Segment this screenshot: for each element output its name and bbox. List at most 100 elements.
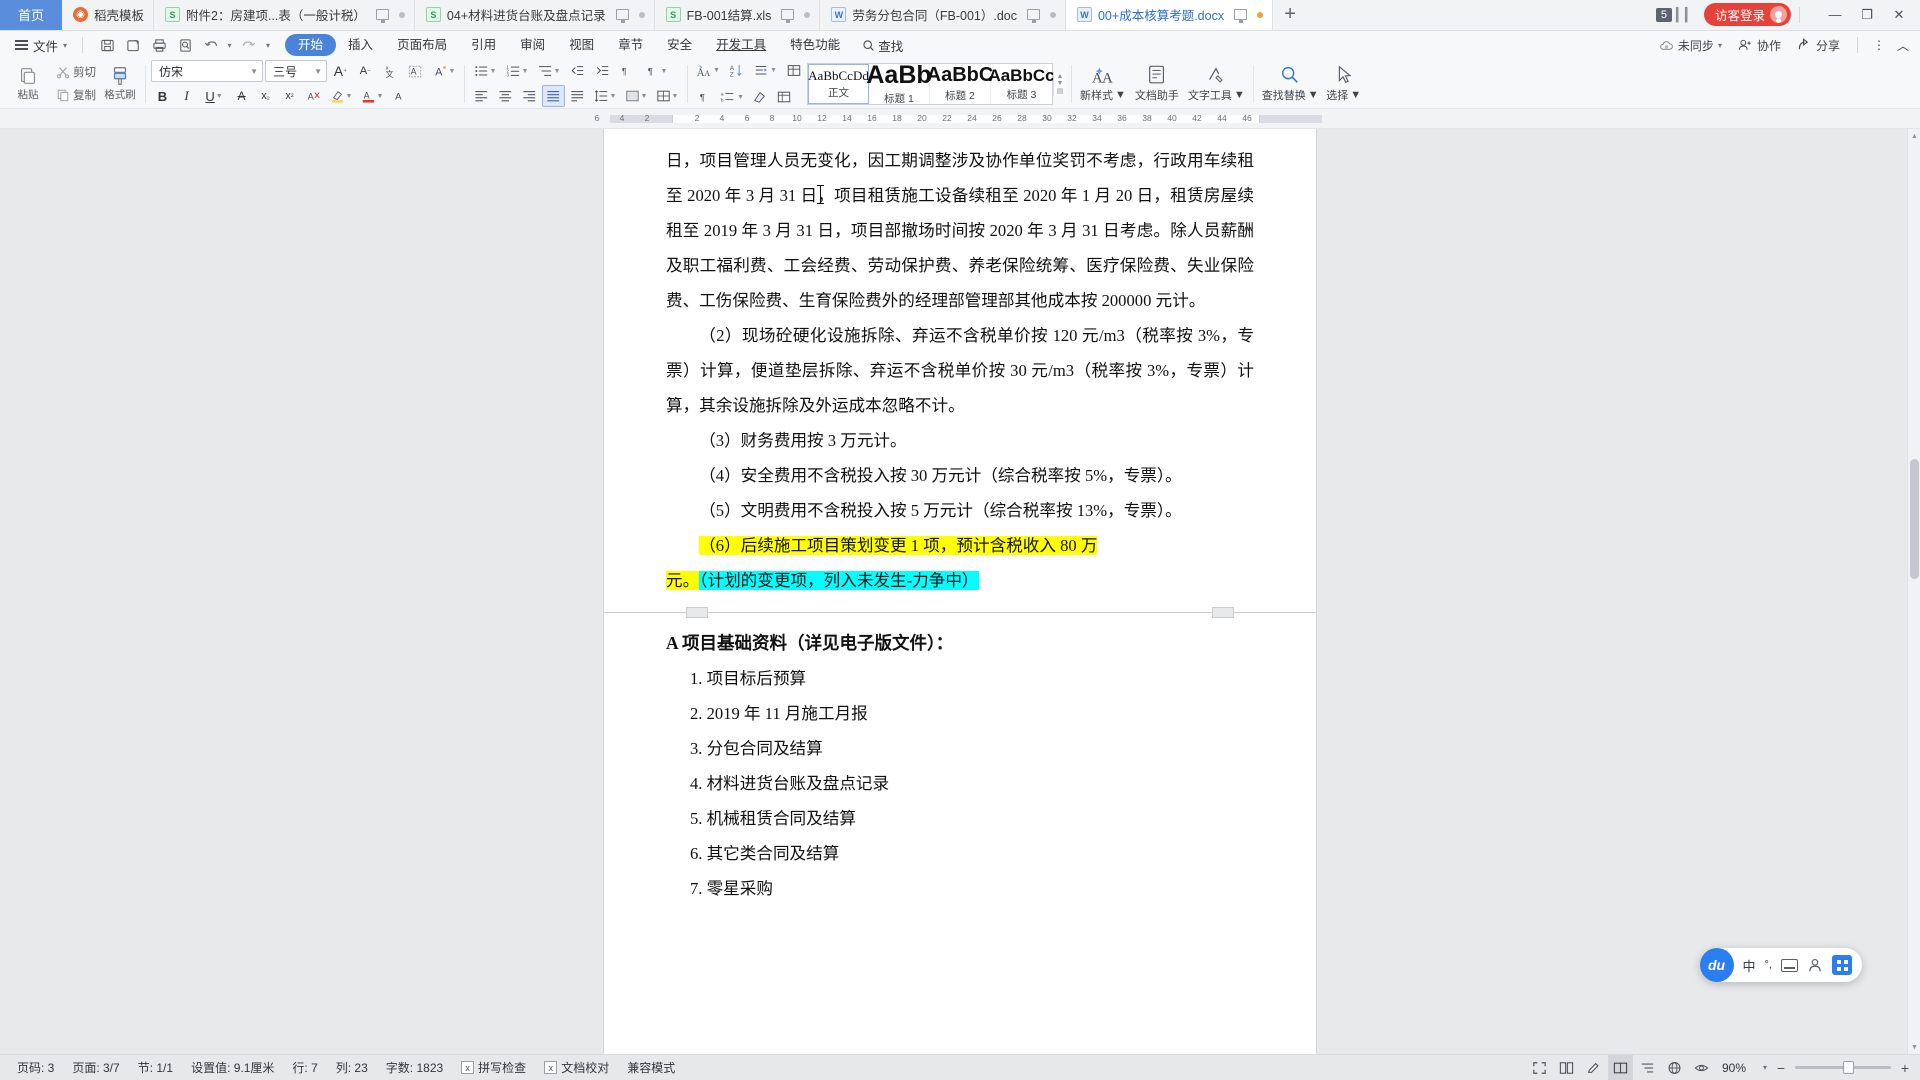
status-word-count[interactable]: 字数: 1823 [377, 1055, 452, 1080]
align-right-button[interactable] [518, 85, 541, 107]
align-center-button[interactable] [494, 85, 517, 107]
scroll-up-icon[interactable]: ▲ [1908, 129, 1920, 143]
ribbon-tab-审阅[interactable]: 审阅 [508, 34, 557, 56]
present-icon[interactable] [781, 9, 795, 23]
zoom-out-button[interactable]: − [1774, 1060, 1788, 1076]
tab-status-dot[interactable] [804, 11, 811, 18]
zoom-in-button[interactable]: + [1898, 1060, 1912, 1076]
document-tab[interactable]: W 劳务分包合同（FB-001）.doc [820, 0, 1066, 30]
edit-mode-icon[interactable] [1581, 1055, 1606, 1080]
distribute-button[interactable] [566, 85, 589, 107]
print-icon[interactable] [147, 33, 172, 57]
next-page-content[interactable]: A 项目基础资料（详见电子版文件）： 1. 项目标后预算 2. 2019 年 11… [604, 622, 1316, 916]
text-highlight-button[interactable]: ▼ [326, 85, 356, 107]
share-button[interactable]: 分享 [1790, 33, 1847, 57]
char-border-button[interactable]: A [404, 60, 427, 82]
home-tab[interactable]: 首页 [0, 0, 62, 30]
minimize-button[interactable]: — [1820, 2, 1850, 28]
collaborate-button[interactable]: 协作 [1731, 33, 1788, 57]
font-color-button[interactable]: A ▼ [357, 85, 387, 107]
guest-login-button[interactable]: 访客登录 [1703, 3, 1791, 26]
paragraph-settings-button[interactable]: ▼ [750, 59, 780, 81]
text-effects-button[interactable]: A ▼ [429, 60, 459, 82]
shading-button[interactable]: ▼ [621, 85, 651, 107]
highlighted-paragraph-wrap[interactable]: （6）后续施工项目策划变更 1 项，预计含税收入 80 万 元。（计划的变更项，… [604, 528, 1316, 598]
find-replace-button[interactable]: 查找替换 ▼ [1259, 61, 1322, 107]
status-doc-proof[interactable]: x 文档校对 [535, 1055, 618, 1080]
page-layout-icon[interactable] [1554, 1055, 1579, 1080]
align-left-button[interactable] [470, 85, 493, 107]
numbered-list-button[interactable]: 1 2 3 ▼ [502, 60, 532, 82]
styles-scrollbar[interactable]: ▲ ▼ ▤ [1053, 71, 1066, 96]
scroll-down-icon[interactable]: ▼ [1908, 1040, 1920, 1054]
multilevel-list-button[interactable]: ▼ [534, 60, 564, 82]
print-preview-icon[interactable] [173, 33, 198, 57]
change-case-button[interactable]: A A ▼ [693, 59, 723, 81]
ribbon-tab-引用[interactable]: 引用 [459, 34, 508, 56]
bullet-list-button[interactable]: ▼ [470, 60, 500, 82]
grow-font-button[interactable]: A ⁺ [329, 60, 352, 82]
document-page[interactable]: 日，项目管理人员无变化，因工期调整涉及协作单位奖罚不考虑，行政用车续租至 202… [604, 129, 1316, 1054]
horizontal-ruler[interactable]: 6 4 2 2 4 6 8 10 12 14 16 18 20 22 24 26 28 30 32 34 36 38 40 4… [0, 109, 1920, 129]
present-icon[interactable] [1026, 9, 1040, 23]
sort-button[interactable]: AZ [725, 59, 748, 81]
insert-table-button[interactable] [772, 86, 795, 108]
paragraph-marks-button[interactable]: ¶ ▼ [641, 60, 671, 82]
table-tools-button[interactable] [782, 59, 805, 81]
font-size-select[interactable]: 三号 ▼ [265, 60, 327, 82]
present-icon[interactable] [1234, 9, 1248, 23]
strikethrough-button[interactable]: A [230, 85, 253, 107]
justify-button[interactable] [542, 85, 565, 107]
document-paragraph[interactable]: （5）文明费用不含税投入按 5 万元计（综合税率按 13%，专票）。 [666, 493, 1254, 528]
outline-icon[interactable] [1635, 1055, 1660, 1080]
styles-gallery[interactable]: AaBbCcDd 正文 AaBb 标题 1 AaBbC 标题 2 AaBbCc 标题 3 [807, 62, 1055, 105]
clear-format-button[interactable]: A [302, 85, 325, 107]
present-icon[interactable] [375, 9, 389, 23]
document-paragraph[interactable]: （4）安全费用不含税投入按 30 万元计（综合税率按 5%，专票）。 [666, 458, 1254, 493]
file-menu-button[interactable]: 文件 ▾ [8, 33, 74, 57]
vertical-scrollbar[interactable]: ▲ ▼ [1907, 129, 1920, 1054]
cut-button[interactable]: 剪切 [52, 62, 100, 83]
tab-status-dot[interactable] [638, 11, 645, 18]
list-item[interactable]: 2. 2019 年 11 月施工月报 [690, 696, 1254, 731]
ribbon-tab-特色功能[interactable]: 特色功能 [778, 34, 852, 56]
underline-button[interactable]: U ▼ [199, 85, 229, 107]
italic-button[interactable]: I [175, 85, 198, 107]
style-标题 2[interactable]: AaBbC 标题 2 [927, 63, 993, 104]
document-tab[interactable]: S FB-001结算.xls [654, 0, 821, 30]
highlight-area-button[interactable] [748, 86, 771, 108]
char-shading-button[interactable]: A [388, 85, 411, 107]
document-paragraph[interactable]: （3）财务费用按 3 万元计。 [666, 423, 1254, 458]
style-正文[interactable]: AaBbCcDd 正文 [808, 63, 869, 104]
line-spacing-button[interactable]: ▼ [590, 85, 620, 107]
customize-qat-icon[interactable]: ▾ [261, 33, 275, 57]
save-as-icon[interactable] [121, 33, 146, 57]
more-options-button[interactable]: ⋮ [1868, 33, 1890, 57]
scrollbar-thumb[interactable] [1910, 459, 1919, 579]
format-painter-button[interactable]: 格式刷 [100, 65, 140, 102]
decrease-indent-button[interactable] [566, 60, 589, 82]
document-tab[interactable]: S 04+材料进货台账及盘点记录 [414, 0, 655, 30]
ime-panel-button[interactable] [1832, 955, 1852, 975]
list-item[interactable]: 1. 项目标后预算 [690, 661, 1254, 696]
maximize-button[interactable]: ❐ [1852, 2, 1882, 28]
zoom-level-label[interactable]: 90% [1722, 1061, 1756, 1075]
web-layout-icon[interactable] [1662, 1055, 1687, 1080]
style-标题 1[interactable]: AaBb 标题 1 [866, 62, 931, 105]
document-paragraphs[interactable]: 日，项目管理人员无变化，因工期调整涉及协作单位奖罚不考虑，行政用车续租至 202… [604, 129, 1316, 528]
styles-scroll-down-icon[interactable]: ▼ [1054, 80, 1066, 87]
text-tools-button[interactable]: 文字工具 ▼ [1185, 61, 1248, 107]
tab-count-badge[interactable]: 5 [1655, 7, 1672, 22]
select-button[interactable]: 选择 ▼ [1322, 61, 1366, 107]
new-style-button[interactable]: AA 新样式 ▼ [1077, 61, 1129, 107]
list-item[interactable]: 6. 其它类合同及结算 [690, 836, 1254, 871]
fullscreen-icon[interactable] [1527, 1055, 1552, 1080]
undo-icon[interactable] [199, 33, 224, 57]
tab-status-dot[interactable] [398, 11, 405, 18]
copy-button[interactable]: 复制 [52, 85, 100, 106]
collapse-ribbon-button[interactable]: ︿ [1892, 33, 1914, 57]
zoom-controls[interactable]: 90% ▾ − + [1716, 1060, 1912, 1076]
ribbon-tab-插入[interactable]: 插入 [336, 34, 385, 56]
ribbon-tab-视图[interactable]: 视图 [557, 34, 606, 56]
ime-mode-button[interactable]: 中 [1743, 956, 1756, 975]
